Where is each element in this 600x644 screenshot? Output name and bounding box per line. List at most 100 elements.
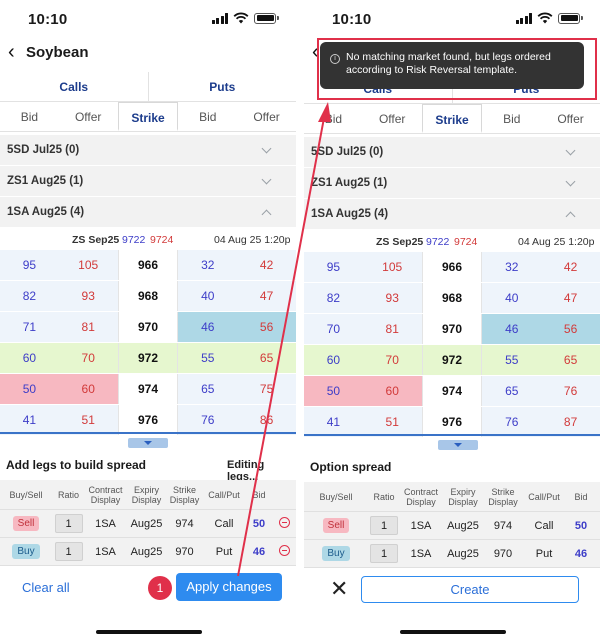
underlying-ask: 9724 <box>454 236 478 248</box>
call-bid-cell-selected[interactable]: 50 <box>0 374 59 404</box>
call-offer-cell[interactable]: 93 <box>58 281 118 311</box>
expiry-cell: Aug25 <box>447 547 479 560</box>
call-bid-cell[interactable]: 60 <box>304 345 363 375</box>
put-bid-cell[interactable]: 76 <box>178 405 238 435</box>
section-label: 5SD Jul25 (0) <box>7 144 80 156</box>
ratio-input[interactable]: 1 <box>54 514 83 533</box>
call-bid-cell[interactable]: 41 <box>304 407 363 437</box>
call-offer-cell[interactable]: 81 <box>362 314 422 344</box>
call-offer-cell[interactable]: 105 <box>58 250 118 280</box>
col-strike[interactable]: Strike <box>421 104 483 133</box>
contract-cell: 1SA <box>95 517 116 530</box>
ratio-input[interactable]: 1 <box>54 542 83 561</box>
put-offer-cell[interactable]: 47 <box>237 281 296 311</box>
strike-cell: 968 <box>421 283 483 313</box>
section-1sa-aug25[interactable]: 1SA Aug25 (4) <box>304 199 600 230</box>
section-zs1-aug25[interactable]: ZS1 Aug25 (1) <box>304 168 600 199</box>
legs-table-header: Buy/Sell Ratio Contract Display Expiry D… <box>0 480 296 510</box>
call-bid-cell[interactable]: 95 <box>0 250 59 280</box>
remove-leg-icon[interactable] <box>278 516 290 528</box>
put-bid-cell[interactable]: 65 <box>178 374 238 404</box>
call-bid-cell-selected[interactable]: 50 <box>304 376 363 406</box>
grid-divider <box>304 434 600 436</box>
buy-toggle[interactable]: Buy <box>12 544 40 559</box>
call-bid-cell[interactable]: 60 <box>0 343 59 373</box>
apply-changes-button[interactable]: Apply changes <box>176 573 282 601</box>
put-bid-cell[interactable]: 65 <box>482 376 542 406</box>
put-offer-cell-selected[interactable]: 56 <box>541 314 600 344</box>
call-offer-cell-selected[interactable]: 60 <box>362 376 422 406</box>
put-bid-cell[interactable]: 32 <box>178 250 238 280</box>
put-bid-cell[interactable]: 55 <box>482 345 542 375</box>
call-offer-cell[interactable]: 70 <box>362 345 422 375</box>
wifi-icon <box>233 12 249 24</box>
put-offer-cell[interactable]: 86 <box>237 405 296 435</box>
call-bid-cell[interactable]: 82 <box>0 281 59 311</box>
put-bid-cell[interactable]: 55 <box>178 343 238 373</box>
put-bid-cell[interactable]: 32 <box>482 252 542 282</box>
tab-calls[interactable]: Calls <box>0 72 148 101</box>
put-offer-cell[interactable]: 75 <box>237 374 296 404</box>
header-expiry: Expiry Display <box>131 484 162 505</box>
call-put-cell: Call <box>534 519 554 532</box>
table-row-at-the-money: 60 70 972 55 65 <box>304 345 600 376</box>
call-offer-cell[interactable]: 70 <box>58 343 118 373</box>
create-button[interactable]: Create <box>361 576 579 603</box>
col-call-bid: Bid <box>20 110 39 124</box>
col-strike[interactable]: Strike <box>117 102 179 131</box>
call-offer-cell[interactable]: 51 <box>362 407 422 437</box>
put-offer-cell[interactable]: 65 <box>541 345 600 375</box>
section-5sd-jul25[interactable]: 5SD Jul25 (0) <box>304 137 600 168</box>
call-bid-cell[interactable]: 70 <box>304 314 363 344</box>
bid-cell: 46 <box>252 545 266 558</box>
market-section-list: 5SD Jul25 (0) ZS1 Aug25 (1) 1SA Aug25 (4… <box>0 135 296 228</box>
signal-icon <box>211 12 228 24</box>
back-chevron-icon[interactable]: ‹ <box>8 42 15 62</box>
put-offer-cell[interactable]: 65 <box>237 343 296 373</box>
call-bid-cell[interactable]: 41 <box>0 405 59 435</box>
legs-table: Buy/Sell Ratio Contract Display Expiry D… <box>304 482 600 568</box>
put-bid-cell-selected[interactable]: 46 <box>482 314 542 344</box>
call-offer-cell[interactable]: 105 <box>362 252 422 282</box>
put-offer-cell-selected[interactable]: 56 <box>237 312 296 342</box>
chevron-down-icon <box>261 143 272 153</box>
collapse-handle[interactable] <box>128 438 168 448</box>
put-offer-cell[interactable]: 47 <box>541 283 600 313</box>
clear-all-button[interactable]: Clear all <box>22 580 70 595</box>
strike-cell: 974 <box>175 517 194 530</box>
call-offer-cell[interactable]: 81 <box>58 312 118 342</box>
put-bid-cell[interactable]: 40 <box>178 281 238 311</box>
call-offer-cell-selected[interactable]: 60 <box>58 374 118 404</box>
put-bid-cell-selected[interactable]: 46 <box>178 312 238 342</box>
tab-puts[interactable]: Puts <box>147 72 297 101</box>
call-bid-cell[interactable]: 95 <box>304 252 363 282</box>
sell-toggle[interactable]: Sell <box>322 518 350 533</box>
table-row: Sell 1 1SA Aug25 974 Call 50 <box>304 512 600 540</box>
section-zs1-aug25[interactable]: ZS1 Aug25 (1) <box>0 166 296 197</box>
close-icon[interactable]: ✕ <box>330 578 348 600</box>
call-offer-cell[interactable]: 51 <box>58 405 118 435</box>
call-offer-cell[interactable]: 93 <box>362 283 422 313</box>
put-bid-cell[interactable]: 76 <box>482 407 542 437</box>
sell-toggle[interactable]: Sell <box>12 516 40 531</box>
put-offer-cell[interactable]: 42 <box>237 250 296 280</box>
put-offer-cell[interactable]: 76 <box>541 376 600 406</box>
chevron-up-icon <box>565 211 576 221</box>
put-offer-cell[interactable]: 87 <box>541 407 600 437</box>
chevron-down-icon <box>261 174 272 184</box>
collapse-handle[interactable] <box>438 440 478 450</box>
buy-toggle[interactable]: Buy <box>322 546 350 561</box>
put-offer-cell[interactable]: 42 <box>541 252 600 282</box>
contract-cell: 1SA <box>95 545 116 558</box>
ratio-input[interactable]: 1 <box>370 544 398 563</box>
call-bid-cell[interactable]: 82 <box>304 283 363 313</box>
put-bid-cell[interactable]: 40 <box>482 283 542 313</box>
call-bid-cell[interactable]: 71 <box>0 312 59 342</box>
side-cell: Buy <box>0 544 52 559</box>
section-1sa-aug25[interactable]: 1SA Aug25 (4) <box>0 197 296 228</box>
spread-panel-title: Add legs to build spread <box>6 458 147 472</box>
remove-leg-icon[interactable] <box>278 544 290 556</box>
signal-icon <box>515 12 532 24</box>
ratio-input[interactable]: 1 <box>370 516 398 535</box>
section-5sd-jul25[interactable]: 5SD Jul25 (0) <box>0 135 296 166</box>
